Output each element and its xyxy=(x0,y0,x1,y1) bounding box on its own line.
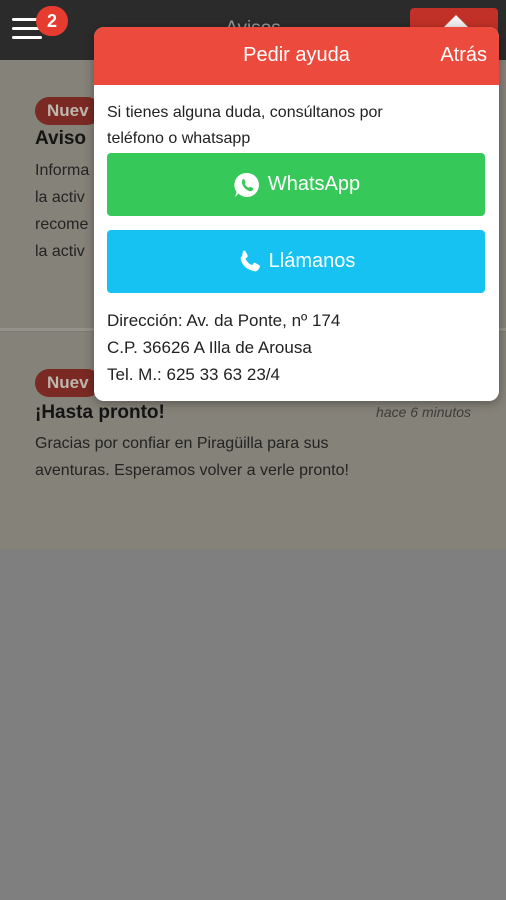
whatsapp-button[interactable]: WhatsApp xyxy=(107,153,485,216)
notice-title: ¡Hasta pronto! xyxy=(35,402,165,423)
help-intro: Si tienes alguna duda, consúltanos por t… xyxy=(107,100,487,152)
popup-title: Pedir ayuda xyxy=(243,44,350,66)
whatsapp-icon xyxy=(234,172,259,197)
new-badge: Nuev xyxy=(35,369,101,397)
notice-time: hace 6 minutos xyxy=(376,404,471,420)
notice-title: Aviso xyxy=(35,128,87,149)
call-button[interactable]: Llámanos xyxy=(107,230,485,293)
notice-text: Gracias por confiar en Piragüilla para s… xyxy=(35,430,475,484)
back-button[interactable]: Atrás xyxy=(440,44,487,67)
new-badge: Nuev xyxy=(35,97,101,125)
whatsapp-label: WhatsApp xyxy=(267,173,361,195)
contact-postal: C.P. 36626 A Illa de Arousa xyxy=(107,338,312,357)
contact-phone: Tel. M.: 625 33 63 23/4 xyxy=(107,365,280,384)
notice-line: aventuras. Esperamos volver a verle pron… xyxy=(35,462,349,479)
help-intro-line: teléfono o whatsapp xyxy=(107,130,251,147)
popup-header: Pedir ayuda Atrás xyxy=(94,27,499,85)
notice-line: Gracias por confiar en Piragüilla para s… xyxy=(35,435,329,452)
popup-arrow xyxy=(444,15,468,27)
help-popup: Pedir ayuda Atrás Si tienes alguna duda,… xyxy=(94,27,499,401)
phone-icon xyxy=(240,250,260,271)
call-label: Llámanos xyxy=(268,250,356,272)
contact-address: Dirección: Av. da Ponte, nº 174 xyxy=(107,311,341,330)
contact-info: Dirección: Av. da Ponte, nº 174 C.P. 366… xyxy=(107,307,340,388)
help-intro-line: Si tienes alguna duda, consúltanos por xyxy=(107,104,383,121)
